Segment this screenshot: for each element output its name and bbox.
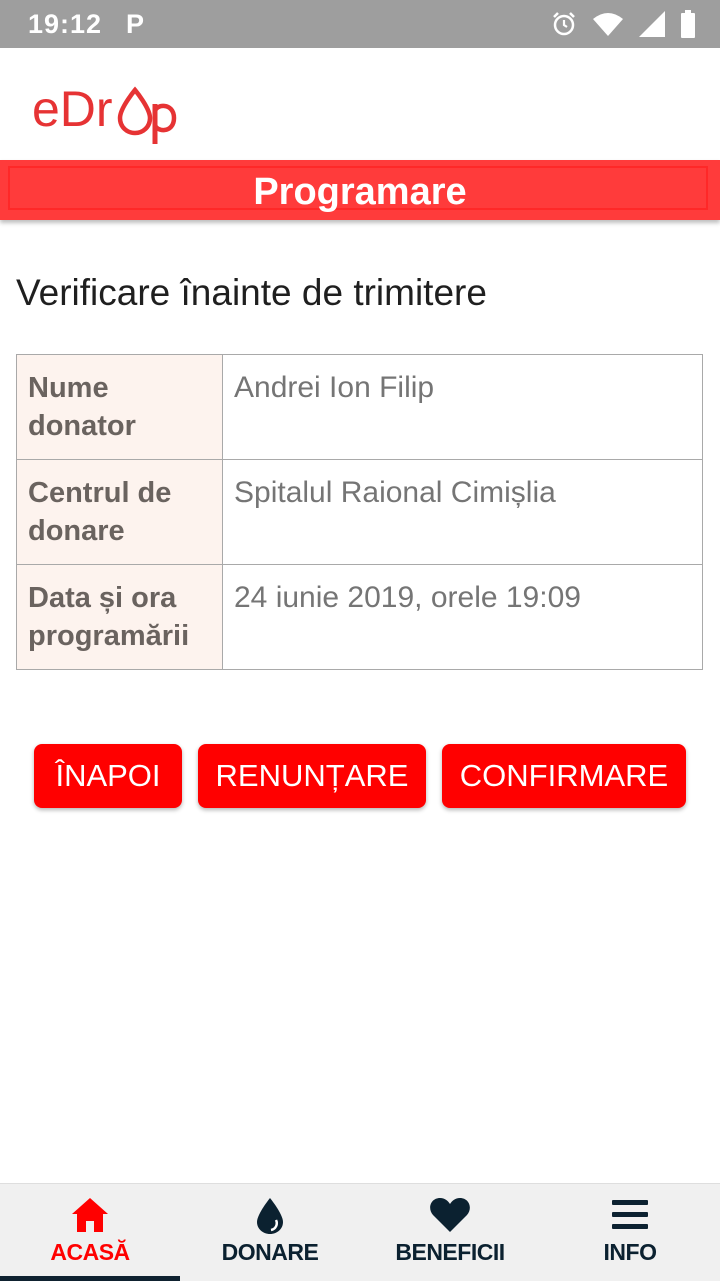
nav-label-benefits: BENEFICII (395, 1239, 505, 1265)
title-bar: Programare (0, 160, 720, 220)
battery-icon (681, 10, 695, 38)
bottom-nav: ACASĂ DONARE BENEFICII INFO (0, 1183, 720, 1281)
active-tab-indicator (0, 1276, 180, 1281)
nav-label-info: INFO (603, 1239, 657, 1265)
menu-icon (612, 1200, 648, 1229)
donor-name-label: Nume donator (16, 354, 223, 460)
status-time: 19:12 (28, 9, 103, 39)
app-header: eDr (0, 48, 720, 160)
heart-icon (430, 1198, 470, 1232)
drop-icon (257, 1198, 283, 1234)
status-icons (550, 10, 696, 38)
appointment-datetime-value: 24 iunie 2019, orele 19:09 (222, 564, 703, 670)
table-row: Centrul de donare Spitalul Raional Cimiș… (16, 459, 703, 565)
nav-item-info[interactable]: INFO (540, 1184, 720, 1281)
home-icon (72, 1198, 108, 1232)
donor-name-value: Andrei Ion Filip (222, 354, 703, 460)
section-heading: Verificare înainte de trimitere (16, 272, 487, 313)
status-bar: 19:12 P (0, 0, 720, 48)
confirm-button[interactable]: CONFIRMARE (442, 744, 686, 808)
review-table: Nume donator Andrei Ion Filip Centrul de… (16, 354, 703, 670)
nav-item-donation[interactable]: DONARE (180, 1184, 360, 1281)
donation-center-label: Centrul de donare (16, 459, 223, 565)
nav-label-donation: DONARE (221, 1239, 319, 1265)
nav-item-benefits[interactable]: BENEFICII (360, 1184, 540, 1281)
donation-center-value: Spitalul Raional Cimișlia (222, 459, 703, 565)
appointment-datetime-label: Data și ora programării (16, 564, 223, 670)
wifi-icon (593, 13, 623, 36)
page-title: Programare (253, 171, 467, 213)
back-button[interactable]: ÎNAPOI (34, 744, 182, 808)
signal-icon (639, 11, 665, 37)
nav-item-home[interactable]: ACASĂ (0, 1184, 180, 1281)
table-row: Nume donator Andrei Ion Filip (16, 354, 703, 460)
edrop-logo: eDr (32, 81, 177, 144)
alarm-icon (553, 12, 575, 36)
notification-icon: P (126, 9, 145, 39)
nav-label-home: ACASĂ (50, 1239, 130, 1265)
svg-text:eDr: eDr (32, 81, 113, 137)
cancel-button[interactable]: RENUNȚARE (198, 744, 426, 808)
table-row: Data și ora programării 24 iunie 2019, o… (16, 564, 703, 670)
